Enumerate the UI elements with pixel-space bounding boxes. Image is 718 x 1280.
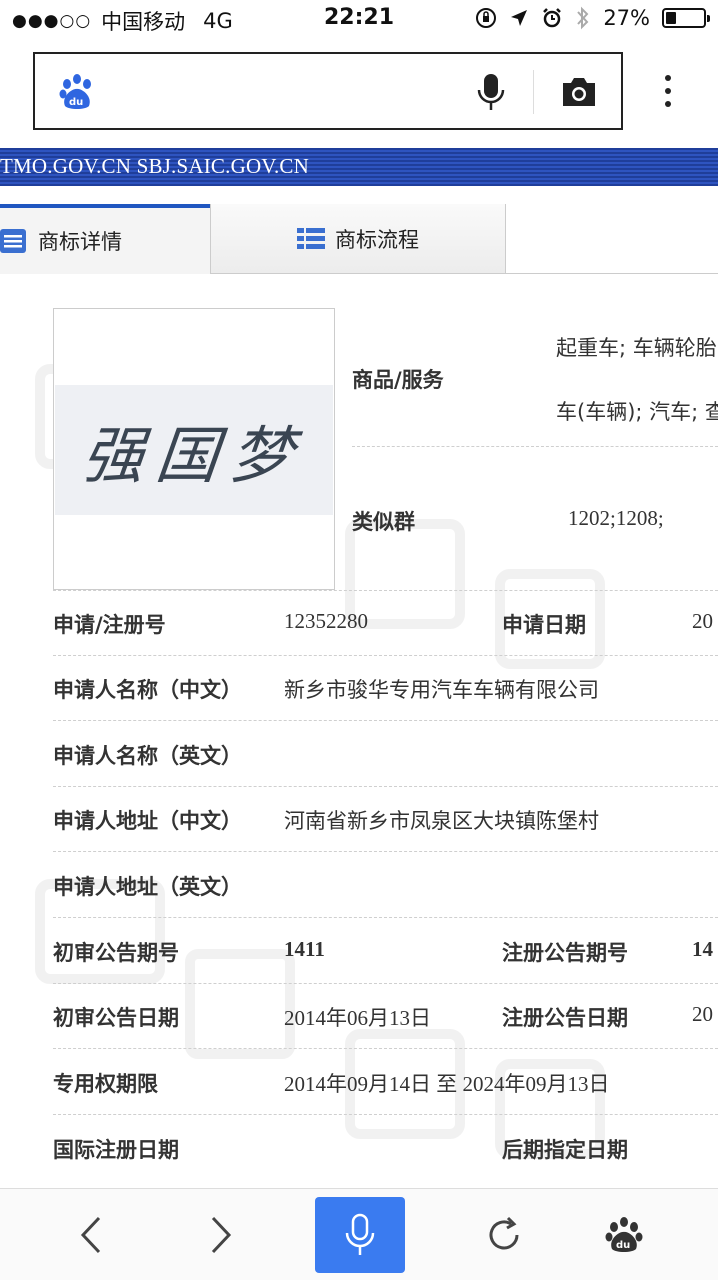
applicant-address-cn-value: 河南省新乡市凤泉区大块镇陈堡村	[284, 809, 599, 833]
applicant-address-en-label: 申请人地址（英文）	[53, 875, 242, 899]
trademark-image: 强国梦	[53, 308, 335, 590]
registration-number-label: 申请/注册号	[53, 613, 166, 637]
applicant-name-cn-label: 申请人名称（中文）	[53, 678, 242, 702]
status-bar: ●●●○○ 中国移动 4G 22:21 27%	[0, 0, 718, 40]
microphone-icon	[345, 1213, 375, 1255]
more-menu-icon[interactable]	[656, 72, 680, 112]
divider	[53, 720, 718, 721]
browser-bottom-bar: du	[0, 1188, 718, 1280]
exclusive-term-label: 专用权期限	[53, 1072, 158, 1096]
tab-label: 商标流程	[335, 227, 419, 252]
applicant-address-cn-label: 申请人地址（中文）	[53, 809, 242, 833]
refresh-button[interactable]	[474, 1205, 534, 1265]
application-date-label: 申请日期	[502, 613, 586, 637]
banner-text: TMO.GOV.CN SBJ.SAIC.GOV.CN	[0, 154, 309, 178]
exclusive-term-value: 2014年09月14日 至 2024年09月13日	[284, 1072, 610, 1096]
application-date-value: 20	[692, 609, 713, 633]
registration-date-value: 20	[692, 1002, 713, 1026]
preliminary-date-value: 2014年06月13日	[284, 1006, 431, 1030]
preliminary-issue-value: 1411	[284, 937, 325, 961]
baidu-paw-logo-icon: du	[59, 74, 91, 109]
registration-date-label: 注册公告日期	[502, 1006, 628, 1030]
voice-search-button[interactable]	[315, 1197, 405, 1273]
trademark-logo-text: 强国梦	[78, 419, 309, 492]
forward-button[interactable]	[190, 1205, 250, 1265]
preliminary-issue-label: 初审公告期号	[53, 941, 179, 965]
chevron-right-icon	[211, 1216, 232, 1254]
svg-text:du: du	[616, 1240, 630, 1251]
divider	[53, 917, 718, 918]
search-box[interactable]: du	[33, 52, 623, 130]
similar-group-label: 类似群	[352, 510, 415, 534]
registration-number-value: 12352280	[284, 609, 368, 633]
goods-services-value-line2: 车(车辆); 汽车; 查	[556, 400, 718, 424]
battery-percent: 27%	[603, 6, 650, 30]
applicant-name-cn-value: 新乡市骏华专用汽车车辆有限公司	[284, 678, 599, 702]
alarm-clock-icon	[543, 8, 562, 28]
microphone-icon[interactable]	[473, 72, 509, 112]
battery-fill	[666, 12, 676, 24]
site-banner: TMO.GOV.CN SBJ.SAIC.GOV.CN	[0, 148, 718, 186]
tab-label: 商标详情	[38, 230, 122, 254]
orientation-lock-icon	[476, 8, 497, 28]
chevron-left-icon	[80, 1216, 101, 1254]
registration-issue-value: 14	[692, 937, 713, 961]
divider	[53, 590, 718, 591]
status-right: 27%	[475, 6, 710, 30]
svg-text:du: du	[69, 97, 83, 108]
preliminary-date-label: 初审公告日期	[53, 1006, 179, 1030]
goods-services-label: 商品/服务	[352, 368, 444, 392]
baidu-home-button[interactable]: du	[594, 1205, 654, 1265]
refresh-icon	[489, 1216, 519, 1250]
camera-icon[interactable]	[559, 74, 599, 110]
later-designation-date-label: 后期指定日期	[502, 1138, 628, 1162]
divider	[53, 983, 718, 984]
divider	[53, 655, 718, 656]
divider	[53, 851, 718, 852]
battery-icon	[662, 8, 710, 28]
goods-services-value-line1: 起重车; 车辆轮胎	[556, 336, 717, 360]
divider	[53, 1114, 718, 1115]
tab-trademark-details[interactable]: 商标详情	[0, 204, 210, 274]
applicant-name-en-label: 申请人名称（英文）	[53, 744, 242, 768]
back-button[interactable]	[62, 1205, 122, 1265]
similar-group-value: 1202;1208;	[568, 506, 664, 530]
list-icon	[297, 227, 325, 249]
bluetooth-icon	[577, 6, 589, 30]
tab-bar: 商标详情 商标流程	[0, 204, 718, 274]
document-list-icon	[0, 229, 26, 253]
divider	[53, 1048, 718, 1049]
registration-issue-label: 注册公告期号	[502, 941, 628, 965]
divider	[53, 786, 718, 787]
search-divider	[533, 70, 534, 114]
trademark-logo-area: 强国梦	[55, 385, 333, 515]
baidu-paw-icon: du	[605, 1217, 643, 1252]
divider	[352, 446, 718, 447]
tab-trademark-process[interactable]: 商标流程	[210, 204, 506, 274]
location-arrow-icon	[511, 10, 528, 26]
trademark-detail-panel: 强国梦 商品/服务 起重车; 车辆轮胎 车(车辆); 汽车; 查 类似群 120…	[0, 274, 718, 1186]
international-registration-date-label: 国际注册日期	[53, 1138, 179, 1162]
